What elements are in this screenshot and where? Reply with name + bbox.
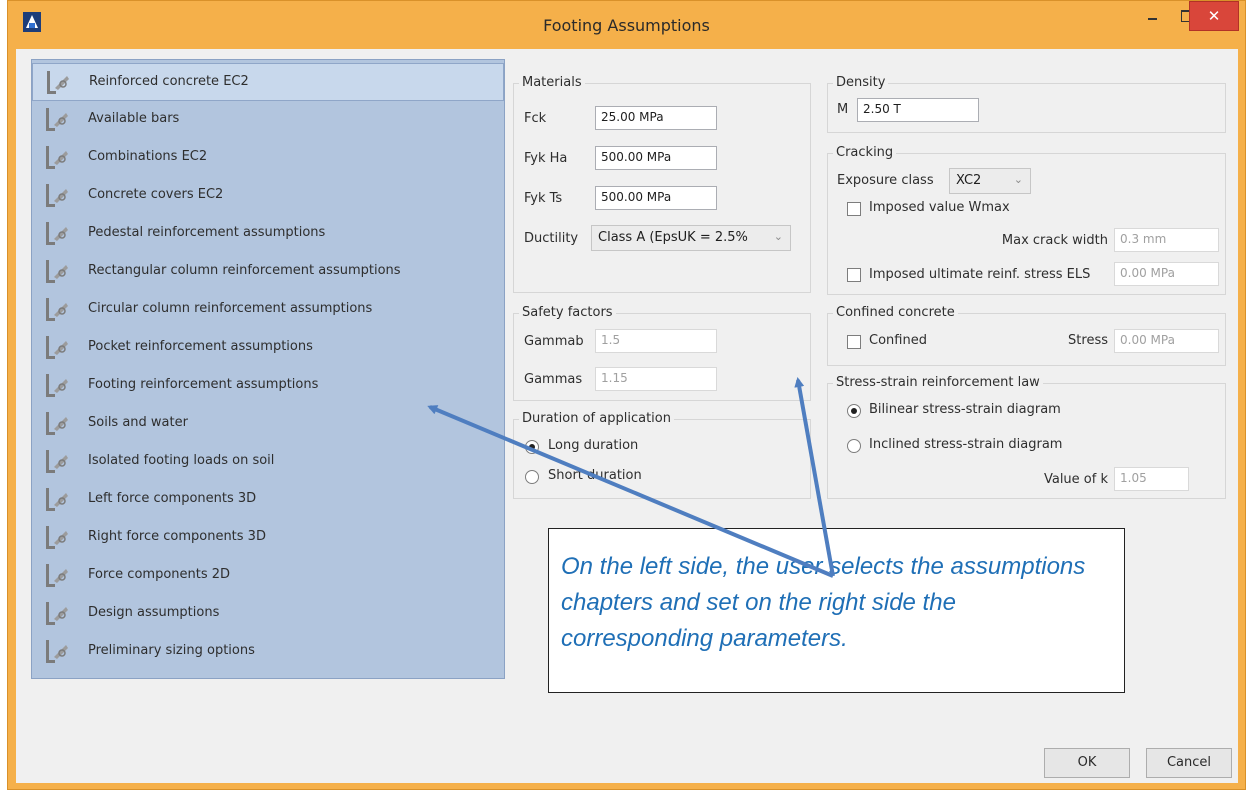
arrow-to-chapter-list <box>427 405 834 578</box>
annotation-arrows <box>427 377 835 578</box>
arrow-to-parameters <box>794 377 835 577</box>
